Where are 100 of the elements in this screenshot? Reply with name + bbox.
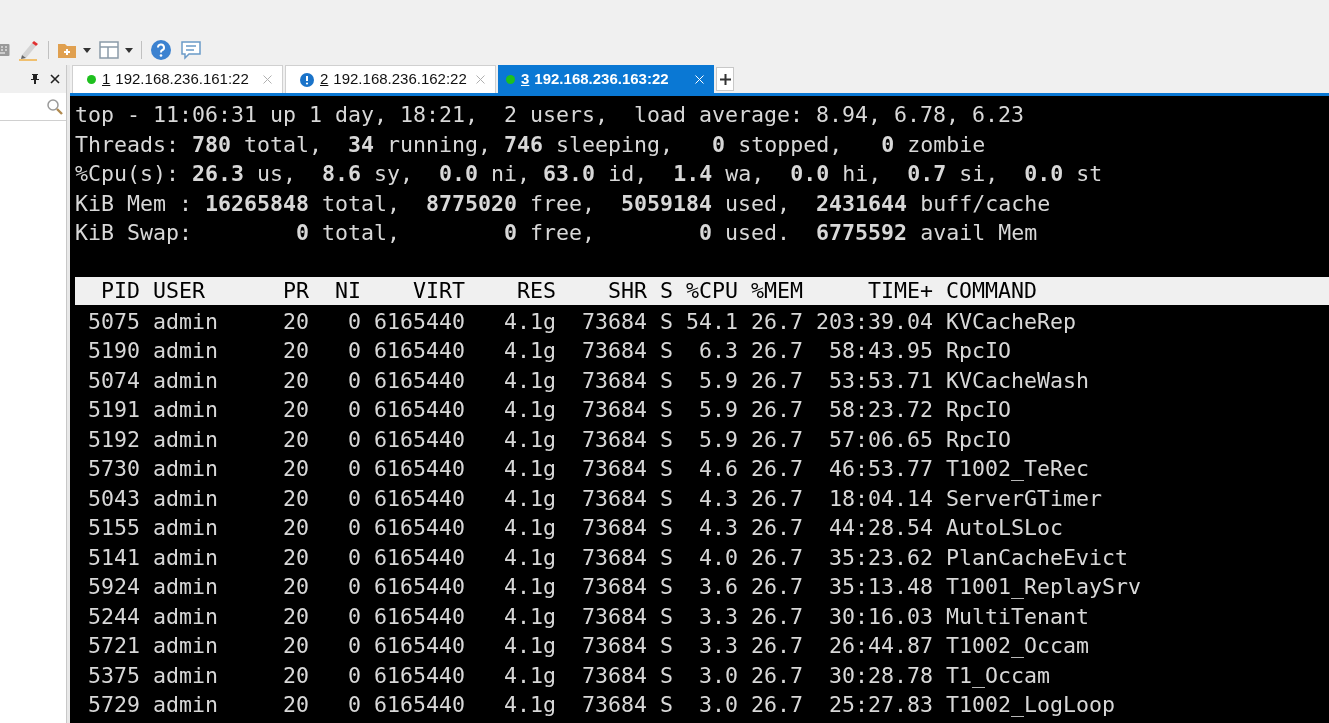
table-cell-text: 6165440	[374, 573, 465, 601]
table-cell-text: KVCacheWash	[946, 366, 1089, 395]
table-cell-text: 20	[283, 632, 309, 660]
table-cell-text: 20	[283, 661, 309, 690]
table-cell-text: 6165440	[374, 602, 465, 631]
column-header: RES	[517, 277, 556, 305]
table-cell-text: 4.1g	[504, 543, 556, 572]
table-cell-text: 26.7	[751, 307, 803, 336]
table-cell-text: T1002_LogLoop	[946, 691, 1115, 719]
table-cell-text: 73684	[582, 337, 647, 365]
search-icon[interactable]	[46, 97, 64, 116]
table-cell-text: 26.7	[751, 337, 803, 365]
table-cell-text: S	[660, 337, 673, 365]
table-cell-text: 5.9	[699, 425, 738, 454]
table-cell-text: AutoLSLoc	[946, 514, 1063, 542]
summary-line: top - 11:06:31 up 1 day, 18:21, 2 users, load average: 8.94, 6.78, 6.23	[75, 101, 1025, 129]
table-cell-text: 5924	[88, 573, 140, 601]
table-cell-text: S	[660, 632, 673, 660]
table-cell-text: 4.1g	[504, 602, 556, 631]
table-cell-text: 4.1g	[504, 307, 556, 336]
table-cell-text: 73684	[582, 632, 647, 660]
table-cell-text: 5244	[88, 602, 140, 631]
table-cell-text: 58:43.95	[829, 337, 933, 365]
column-header: SHR	[608, 277, 647, 305]
table-cell-text: 73684	[582, 691, 647, 719]
table-cell-text: S	[660, 691, 673, 719]
pen-icon[interactable]	[18, 39, 40, 61]
folder-add-icon[interactable]	[57, 41, 77, 59]
new-tab-button[interactable]	[716, 67, 734, 91]
table-cell-text: 26.7	[751, 543, 803, 572]
column-header: PID	[101, 277, 140, 305]
table-cell-text: T1_Occam	[946, 661, 1050, 690]
table-cell-text: 0	[348, 573, 361, 601]
layout-icon[interactable]	[99, 41, 119, 59]
chat-icon[interactable]	[180, 40, 202, 60]
table-cell-text: 6165440	[374, 632, 465, 660]
close-icon[interactable]	[50, 74, 60, 84]
table-cell-text: ServerGTimer	[946, 484, 1102, 513]
table-cell-text: S	[660, 514, 673, 542]
session-tab[interactable]: 3 192.168.236.163:22	[498, 65, 714, 93]
summary-line: KiB Swap: 0 total, 0 free, 0 used. 6775592 avail Mem	[75, 219, 1038, 247]
table-cell-text: admin	[153, 543, 218, 572]
table-cell-text: T1002_Occam	[946, 632, 1089, 660]
table-cell-text: admin	[153, 366, 218, 395]
table-cell-text: 53:53.71	[829, 366, 933, 395]
table-cell-text: 3.3	[699, 632, 738, 660]
table-cell-text: 35:23.62	[829, 543, 933, 572]
table-cell-text: 4.6	[699, 455, 738, 483]
column-header: TIME+	[868, 277, 933, 305]
column-header: VIRT	[413, 277, 465, 305]
table-cell-text: 4.1g	[504, 484, 556, 513]
table-cell-text: 0	[348, 632, 361, 660]
column-header: PR	[283, 277, 309, 305]
table-cell-text: 46:53.77	[829, 455, 933, 483]
caret-icon[interactable]	[83, 47, 91, 53]
table-cell-text: S	[660, 307, 673, 336]
table-cell-text: 0	[348, 514, 361, 542]
help-icon[interactable]	[150, 39, 172, 61]
table-cell-text: 25:27.83	[829, 691, 933, 719]
table-cell-text: admin	[153, 396, 218, 424]
table-cell-text: 58:23.72	[829, 396, 933, 424]
table-cell-text: 0	[348, 484, 361, 513]
table-cell-text: KVCacheRep	[946, 307, 1076, 336]
session-tab[interactable]: 2 192.168.236.162:22	[285, 65, 496, 93]
table-cell-text: 20	[283, 307, 309, 336]
table-cell-text: 5191	[88, 396, 140, 424]
table-cell-text: 26.7	[751, 514, 803, 542]
pin-icon[interactable]	[30, 73, 40, 85]
plus-icon[interactable]	[719, 73, 731, 85]
summary-line: KiB Mem : 16265848 total, 8775020 free, 5059184 used, 2431644 buff/cache	[75, 189, 1051, 218]
table-cell-text: 5075	[88, 307, 140, 336]
table-cell-text: 4.1g	[504, 632, 556, 660]
table-cell-text: 0	[348, 691, 361, 719]
caret-icon[interactable]	[125, 47, 133, 53]
table-cell-text: 5730	[88, 455, 140, 483]
table-cell-text: 6165440	[374, 455, 465, 483]
table-cell-text: 5729	[88, 691, 140, 719]
table-cell-text: 20	[283, 484, 309, 513]
table-cell-text: 26.7	[751, 425, 803, 454]
table-cell-text: 4.1g	[504, 366, 556, 395]
table-cell-text: 30:16.03	[829, 602, 933, 631]
table-cell-text: 20	[283, 573, 309, 601]
table-cell-text: admin	[153, 514, 218, 542]
session-tab[interactable]: 1 192.168.236.161:22	[72, 65, 283, 93]
table-cell-text: 5155	[88, 514, 140, 542]
table-cell-text: 5.9	[699, 396, 738, 424]
summary-line: %Cpu(s): 26.3 us, 8.6 sy, 0.0 ni, 63.0 id, 1.4 wa, 0.0 hi, 0.7 si, 0.0 st	[75, 160, 1103, 188]
table-cell-text: 6165440	[374, 661, 465, 690]
table-cell-text: 4.1g	[504, 396, 556, 424]
column-header: %CPU	[686, 277, 738, 305]
table-cell-text: 20	[283, 425, 309, 454]
table-cell-text: 4.1g	[504, 425, 556, 454]
table-cell-text: 26.7	[751, 573, 803, 601]
table-cell-text: RpcIO	[946, 337, 1011, 365]
table-cell-text: admin	[153, 425, 218, 454]
table-cell-text: 73684	[582, 661, 647, 690]
table-cell-text: admin	[153, 337, 218, 365]
table-cell-text: 30:28.78	[829, 661, 933, 690]
table-cell-text: S	[660, 573, 673, 601]
table-cell-text: 0	[348, 307, 361, 336]
